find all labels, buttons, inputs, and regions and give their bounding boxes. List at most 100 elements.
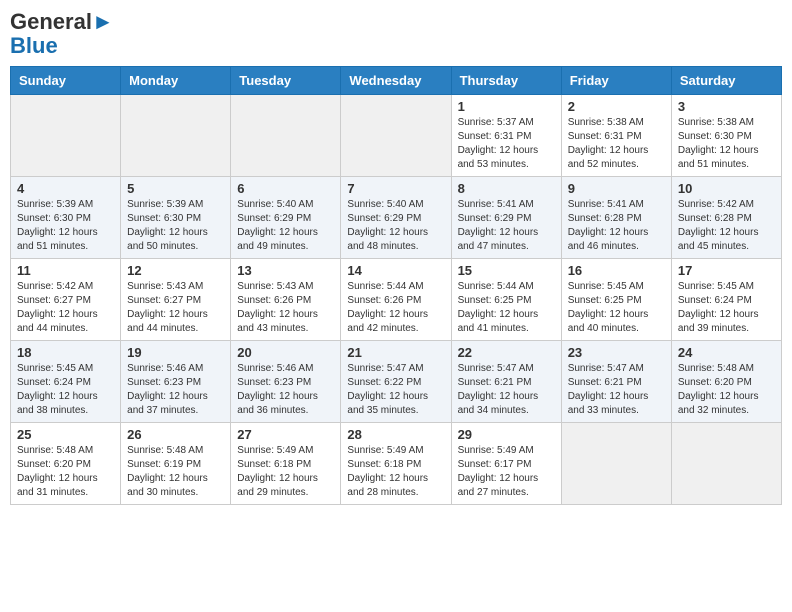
calendar-cell: 29 Sunrise: 5:49 AM Sunset: 6:17 PM Dayli… <box>451 423 561 505</box>
calendar-cell: 11Sunrise: 5:42 AM Sunset: 6:27 PM Dayli… <box>11 259 121 341</box>
day-info: Sunrise: 5:43 AM Sunset: 6:27 PM Dayligh… <box>127 280 224 336</box>
day-number: 6 <box>237 181 334 196</box>
day-info: Sunrise: 5:46 AM Sunset: 6:23 PM Dayligh… <box>237 362 334 418</box>
day-info: Sunrise: 5:48 AM Sunset: 6:20 PM Dayligh… <box>678 362 775 418</box>
weekday-header: Thursday <box>451 67 561 95</box>
calendar-cell: 2Sunrise: 5:38 AM Sunset: 6:31 PM Daylig… <box>561 95 671 177</box>
calendar-cell: 10 Sunrise: 5:42 AM Sunset: 6:28 PM Dayli… <box>671 177 781 259</box>
calendar-cell: 24 Sunrise: 5:48 AM Sunset: 6:20 PM Dayli… <box>671 341 781 423</box>
day-number: 12 <box>127 263 224 278</box>
weekday-header: Wednesday <box>341 67 451 95</box>
day-info: Sunrise: 5:46 AM Sunset: 6:23 PM Dayligh… <box>127 362 224 418</box>
day-info: Sunrise: 5:38 AM Sunset: 6:30 PM Dayligh… <box>678 116 775 172</box>
weekday-header: Monday <box>121 67 231 95</box>
day-number: 1 <box>458 99 555 114</box>
day-info: Sunrise: 5:44 AM Sunset: 6:25 PM Dayligh… <box>458 280 555 336</box>
day-info: Sunrise: 5:39 AM Sunset: 6:30 PM Dayligh… <box>127 198 224 254</box>
calendar-cell: 19 Sunrise: 5:46 AM Sunset: 6:23 PM Dayli… <box>121 341 231 423</box>
day-number: 9 <box>568 181 665 196</box>
day-number: 2 <box>568 99 665 114</box>
day-info: Sunrise: 5:48 AM Sunset: 6:19 PM Dayligh… <box>127 444 224 500</box>
calendar-cell: 18 Sunrise: 5:45 AM Sunset: 6:24 PM Dayli… <box>11 341 121 423</box>
day-number: 4 <box>17 181 114 196</box>
calendar-cell <box>121 95 231 177</box>
day-number: 10 <box>678 181 775 196</box>
calendar-cell: 3 Sunrise: 5:38 AM Sunset: 6:30 PM Daylig… <box>671 95 781 177</box>
calendar-week-row: 4 Sunrise: 5:39 AM Sunset: 6:30 PM Daylig… <box>11 177 782 259</box>
day-number: 14 <box>347 263 444 278</box>
calendar-cell: 1Sunrise: 5:37 AM Sunset: 6:31 PM Daylig… <box>451 95 561 177</box>
day-number: 18 <box>17 345 114 360</box>
calendar-cell: 28 Sunrise: 5:49 AM Sunset: 6:18 PM Dayli… <box>341 423 451 505</box>
page-header: General► Blue <box>10 10 782 58</box>
day-info: Sunrise: 5:40 AM Sunset: 6:29 PM Dayligh… <box>237 198 334 254</box>
calendar-cell: 8 Sunrise: 5:41 AM Sunset: 6:29 PM Daylig… <box>451 177 561 259</box>
weekday-header: Friday <box>561 67 671 95</box>
logo: General► Blue <box>10 10 114 58</box>
calendar-cell: 21 Sunrise: 5:47 AM Sunset: 6:22 PM Dayli… <box>341 341 451 423</box>
day-info: Sunrise: 5:39 AM Sunset: 6:30 PM Dayligh… <box>17 198 114 254</box>
day-info: Sunrise: 5:45 AM Sunset: 6:24 PM Dayligh… <box>17 362 114 418</box>
day-info: Sunrise: 5:42 AM Sunset: 6:28 PM Dayligh… <box>678 198 775 254</box>
calendar-cell: 14Sunrise: 5:44 AM Sunset: 6:26 PM Dayli… <box>341 259 451 341</box>
day-number: 13 <box>237 263 334 278</box>
day-info: Sunrise: 5:40 AM Sunset: 6:29 PM Dayligh… <box>347 198 444 254</box>
day-info: Sunrise: 5:47 AM Sunset: 6:22 PM Dayligh… <box>347 362 444 418</box>
day-info: Sunrise: 5:45 AM Sunset: 6:25 PM Dayligh… <box>568 280 665 336</box>
day-info: Sunrise: 5:49 AM Sunset: 6:18 PM Dayligh… <box>237 444 334 500</box>
calendar-cell: 17Sunrise: 5:45 AM Sunset: 6:24 PM Dayli… <box>671 259 781 341</box>
calendar-cell <box>561 423 671 505</box>
day-number: 5 <box>127 181 224 196</box>
day-number: 25 <box>17 427 114 442</box>
day-number: 8 <box>458 181 555 196</box>
calendar-week-row: 25 Sunrise: 5:48 AM Sunset: 6:20 PM Dayli… <box>11 423 782 505</box>
calendar-cell <box>671 423 781 505</box>
day-number: 24 <box>678 345 775 360</box>
day-number: 16 <box>568 263 665 278</box>
calendar-cell: 15 Sunrise: 5:44 AM Sunset: 6:25 PM Dayli… <box>451 259 561 341</box>
calendar-cell: 4 Sunrise: 5:39 AM Sunset: 6:30 PM Daylig… <box>11 177 121 259</box>
weekday-header: Tuesday <box>231 67 341 95</box>
day-number: 27 <box>237 427 334 442</box>
calendar-cell: 6 Sunrise: 5:40 AM Sunset: 6:29 PM Daylig… <box>231 177 341 259</box>
calendar-week-row: 18 Sunrise: 5:45 AM Sunset: 6:24 PM Dayli… <box>11 341 782 423</box>
day-info: Sunrise: 5:47 AM Sunset: 6:21 PM Dayligh… <box>458 362 555 418</box>
calendar-header-row: SundayMondayTuesdayWednesdayThursdayFrid… <box>11 67 782 95</box>
day-number: 7 <box>347 181 444 196</box>
calendar-week-row: 1Sunrise: 5:37 AM Sunset: 6:31 PM Daylig… <box>11 95 782 177</box>
day-number: 28 <box>347 427 444 442</box>
calendar-cell: 20 Sunrise: 5:46 AM Sunset: 6:23 PM Dayli… <box>231 341 341 423</box>
day-number: 26 <box>127 427 224 442</box>
calendar-cell: 7 Sunrise: 5:40 AM Sunset: 6:29 PM Daylig… <box>341 177 451 259</box>
calendar-cell: 16 Sunrise: 5:45 AM Sunset: 6:25 PM Dayli… <box>561 259 671 341</box>
day-number: 22 <box>458 345 555 360</box>
calendar-cell <box>231 95 341 177</box>
day-number: 21 <box>347 345 444 360</box>
day-info: Sunrise: 5:47 AM Sunset: 6:21 PM Dayligh… <box>568 362 665 418</box>
calendar-cell: 27 Sunrise: 5:49 AM Sunset: 6:18 PM Dayli… <box>231 423 341 505</box>
calendar-cell: 12 Sunrise: 5:43 AM Sunset: 6:27 PM Dayli… <box>121 259 231 341</box>
day-number: 23 <box>568 345 665 360</box>
weekday-header: Saturday <box>671 67 781 95</box>
day-number: 29 <box>458 427 555 442</box>
day-info: Sunrise: 5:43 AM Sunset: 6:26 PM Dayligh… <box>237 280 334 336</box>
calendar-cell: 13 Sunrise: 5:43 AM Sunset: 6:26 PM Dayli… <box>231 259 341 341</box>
calendar-cell: 22 Sunrise: 5:47 AM Sunset: 6:21 PM Dayli… <box>451 341 561 423</box>
calendar-cell <box>11 95 121 177</box>
day-info: Sunrise: 5:49 AM Sunset: 6:17 PM Dayligh… <box>458 444 555 500</box>
day-info: Sunrise: 5:45 AM Sunset: 6:24 PM Dayligh… <box>678 280 775 336</box>
day-info: Sunrise: 5:41 AM Sunset: 6:29 PM Dayligh… <box>458 198 555 254</box>
day-info: Sunrise: 5:49 AM Sunset: 6:18 PM Dayligh… <box>347 444 444 500</box>
calendar-cell: 26 Sunrise: 5:48 AM Sunset: 6:19 PM Dayli… <box>121 423 231 505</box>
day-number: 15 <box>458 263 555 278</box>
day-number: 3 <box>678 99 775 114</box>
calendar-week-row: 11Sunrise: 5:42 AM Sunset: 6:27 PM Dayli… <box>11 259 782 341</box>
calendar-table: SundayMondayTuesdayWednesdayThursdayFrid… <box>10 66 782 505</box>
day-info: Sunrise: 5:48 AM Sunset: 6:20 PM Dayligh… <box>17 444 114 500</box>
calendar-cell: 23 Sunrise: 5:47 AM Sunset: 6:21 PM Dayli… <box>561 341 671 423</box>
day-number: 11 <box>17 263 114 278</box>
day-number: 19 <box>127 345 224 360</box>
calendar-cell: 5 Sunrise: 5:39 AM Sunset: 6:30 PM Daylig… <box>121 177 231 259</box>
day-number: 20 <box>237 345 334 360</box>
calendar-cell <box>341 95 451 177</box>
